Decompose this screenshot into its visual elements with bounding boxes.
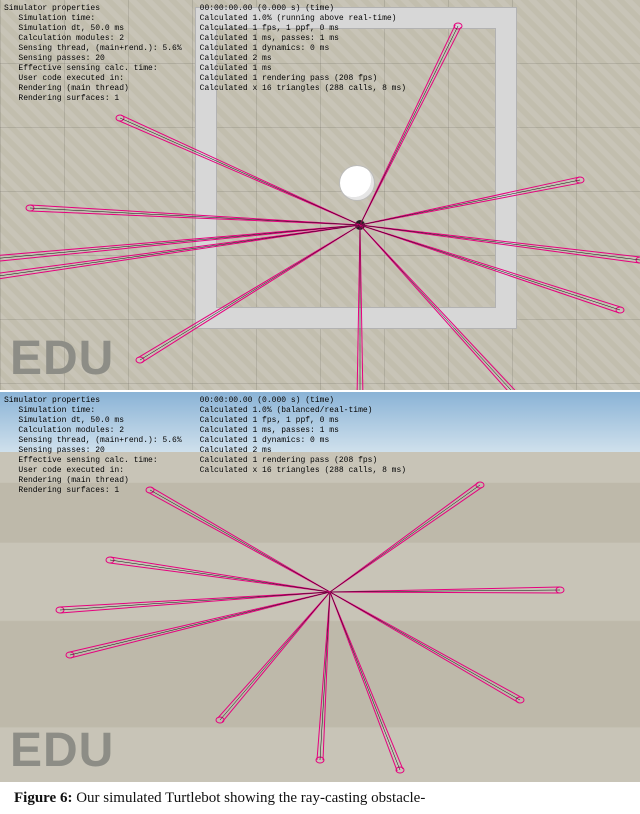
- edu-watermark: EDU: [10, 723, 114, 778]
- sim-viewport-perspective: EDU Simulator properties Simulation time…: [0, 392, 640, 782]
- stats-col-left: Simulator properties Simulation time: Si…: [4, 396, 182, 496]
- stats-col-right: 00:00:00.00 (0.000 s) (time) Calculated …: [200, 4, 406, 104]
- figure-caption: Figure 6: Our simulated Turtlebot showin…: [0, 790, 640, 807]
- caption-text: Our simulated Turtlebot showing the ray-…: [76, 790, 425, 806]
- obstacle-cylinder: [340, 166, 374, 200]
- caption-prefix: Figure 6:: [14, 790, 76, 806]
- stats-col-left: Simulator properties Simulation time: Si…: [4, 4, 182, 104]
- stats-col-right: 00:00:00.00 (0.000 s) (time) Calculated …: [200, 396, 406, 496]
- robot-origin: [355, 220, 365, 230]
- sim-viewport-top: EDU Simulator properties Simulation time…: [0, 0, 640, 390]
- edu-watermark: EDU: [10, 331, 114, 386]
- sim-stats-overlay: Simulator properties Simulation time: Si…: [4, 4, 406, 104]
- sim-stats-overlay: Simulator properties Simulation time: Si…: [4, 396, 406, 496]
